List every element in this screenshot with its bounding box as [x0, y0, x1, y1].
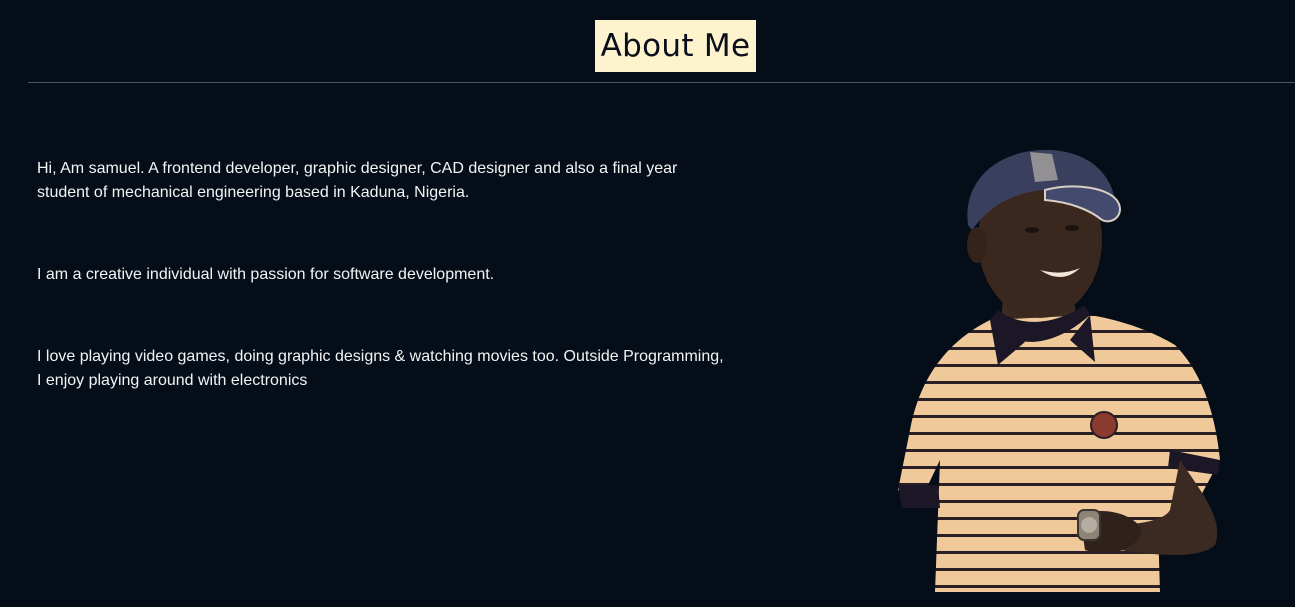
about-paragraph-passion: I am a creative individual with passion …: [37, 266, 495, 283]
section-divider: [28, 82, 1295, 83]
section-title-badge: About Me: [595, 20, 756, 72]
profile-photo: [898, 149, 1220, 592]
section-title: About Me: [600, 28, 751, 64]
about-text: Hi, Am samuel. A frontend developer, gra…: [37, 157, 727, 451]
about-paragraph-intro: Hi, Am samuel. A frontend developer, gra…: [37, 160, 678, 201]
about-paragraph-hobbies: I love playing video games, doing graphi…: [37, 348, 724, 389]
about-section: About Me Hi, Am samuel. A frontend devel…: [0, 0, 1295, 607]
